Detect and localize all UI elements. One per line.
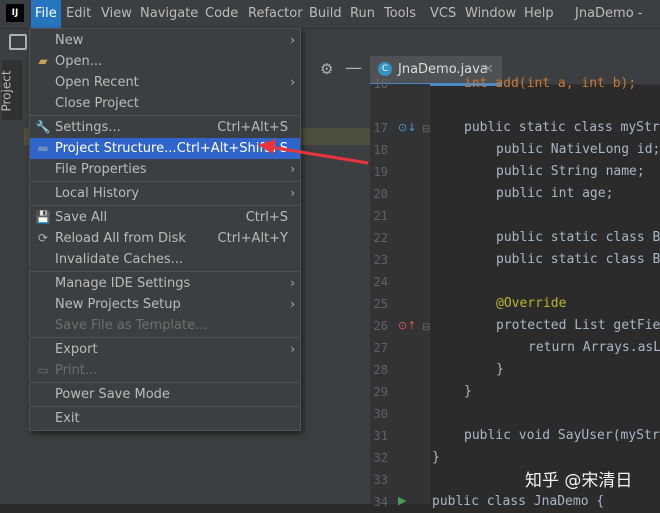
watermark: 知乎 @宋清日 [525,471,633,491]
annotation-arrow [258,139,369,165]
